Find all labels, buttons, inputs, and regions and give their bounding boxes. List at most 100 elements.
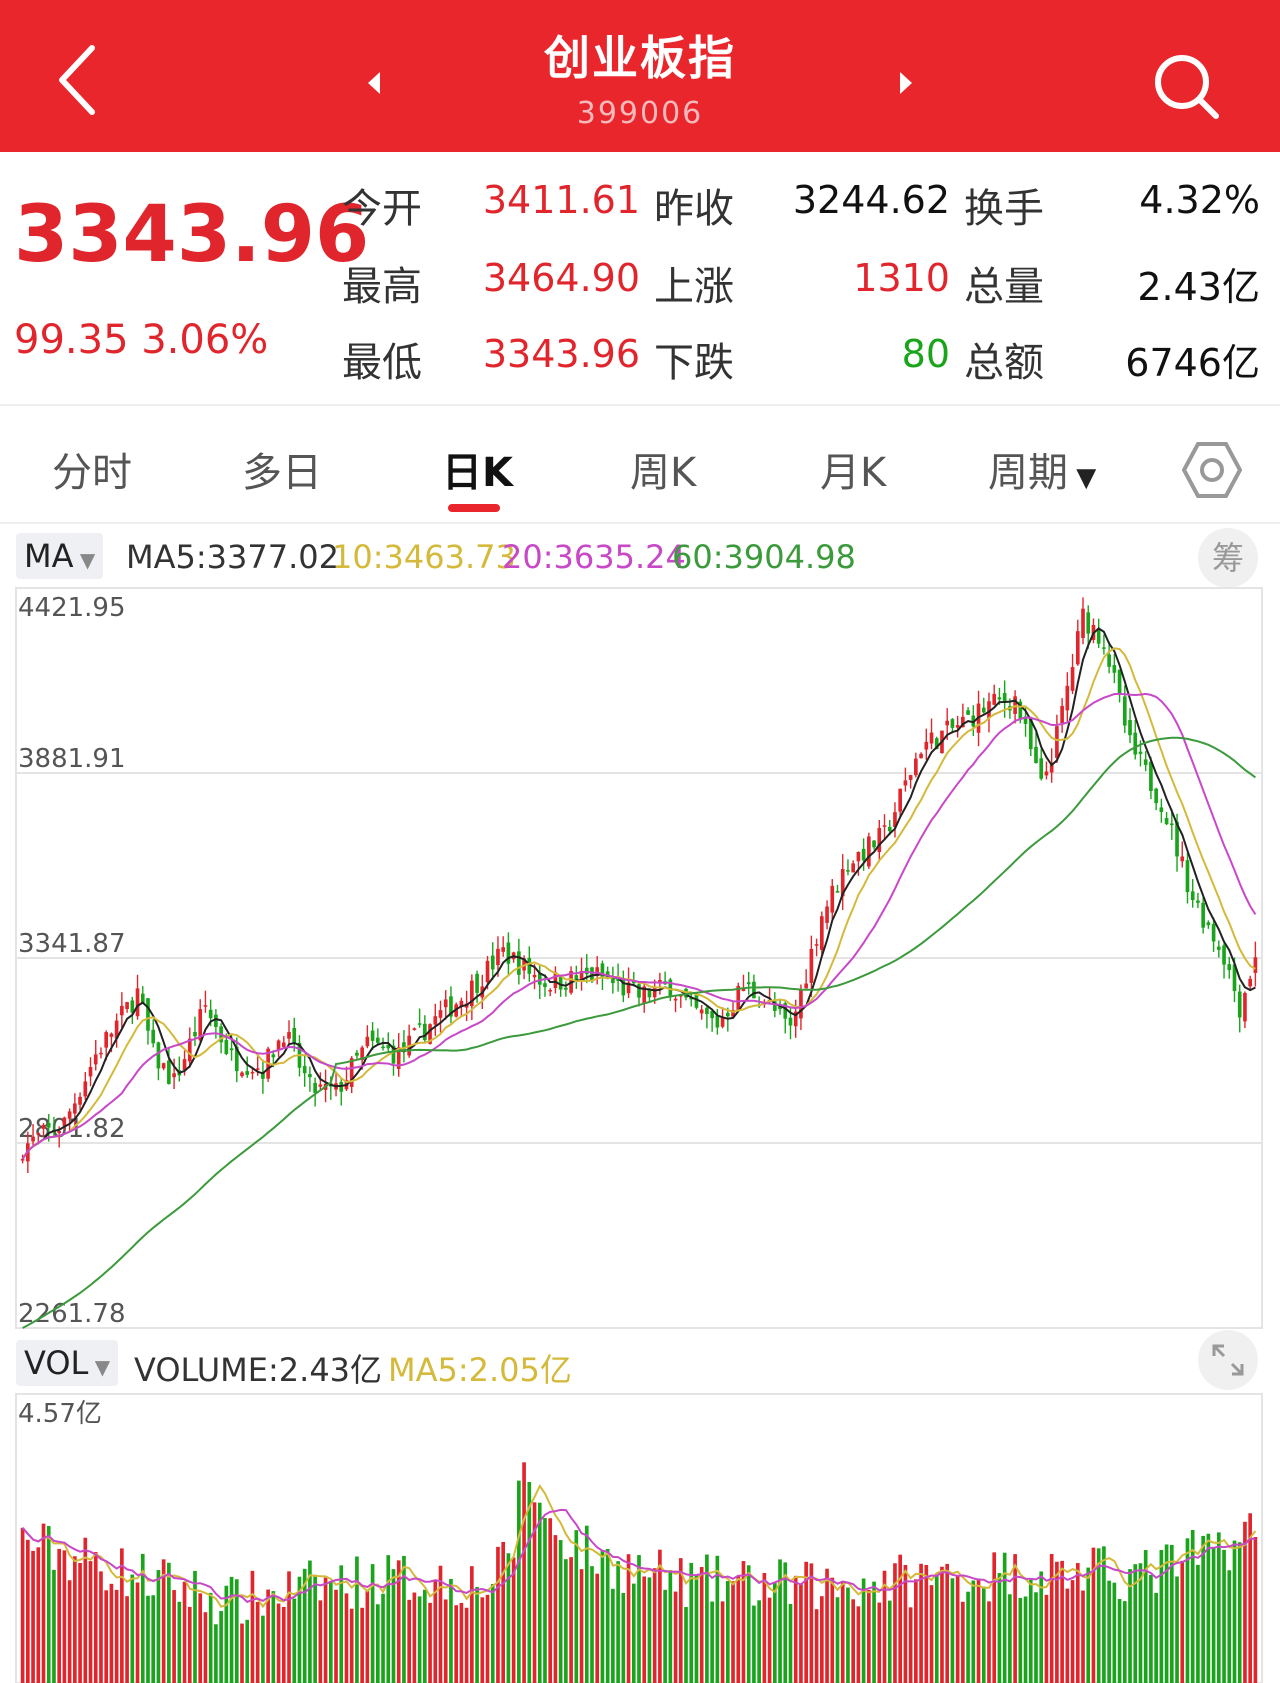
volume-bar (156, 1570, 161, 1683)
volume-bar (663, 1589, 667, 1683)
volume-bar (198, 1593, 203, 1683)
candle-body (156, 1042, 161, 1069)
candle-body (867, 836, 871, 867)
volume-bar (799, 1583, 803, 1683)
volume-bar (564, 1559, 568, 1683)
volume-bar (543, 1518, 547, 1683)
volume-bar (1060, 1560, 1064, 1683)
volume-bar (517, 1480, 521, 1683)
volume-bar (62, 1550, 67, 1683)
volume-bar (1253, 1536, 1258, 1683)
volume-bar (187, 1606, 192, 1683)
candle-body (1196, 900, 1200, 903)
volume-bar (940, 1566, 944, 1683)
candle-body (67, 1111, 72, 1119)
volume-bar (109, 1583, 114, 1683)
candle-body (914, 758, 918, 776)
candle-body (887, 826, 892, 832)
volume-bar (1070, 1580, 1075, 1683)
volume-bar (793, 1575, 798, 1683)
candle-body (135, 988, 140, 1017)
candle-body (1237, 991, 1242, 1018)
candle-body (788, 1017, 793, 1026)
volume-bar (245, 1619, 250, 1683)
volume-bar (26, 1539, 30, 1683)
candle-body (1154, 788, 1158, 804)
volume-bar (46, 1526, 51, 1683)
volume-bar (287, 1571, 291, 1683)
volume-bar (919, 1563, 923, 1683)
candle-body (31, 1136, 35, 1142)
candle-body (417, 1023, 422, 1025)
volume-bar (595, 1573, 600, 1683)
candle-body (1122, 696, 1127, 726)
candle-body (1206, 922, 1211, 926)
candle-body (146, 998, 150, 1031)
ma60-line (22, 736, 1256, 1329)
volume-bar (114, 1589, 119, 1683)
candle-body (1075, 631, 1080, 665)
volume-bar (642, 1576, 647, 1683)
volume-bar (52, 1569, 56, 1683)
volume-bar (167, 1562, 171, 1683)
volume-bar (454, 1605, 459, 1683)
volume-bar (381, 1593, 385, 1683)
candle-body (1133, 732, 1138, 755)
volume-bar (579, 1569, 584, 1683)
volume-bar (250, 1570, 255, 1683)
candle-body (475, 973, 479, 993)
volume-bar (1154, 1592, 1158, 1683)
candle-body (532, 974, 537, 978)
candle-body (250, 1071, 255, 1074)
candle-body (872, 840, 876, 848)
candle-body (882, 825, 887, 827)
candle-body (375, 1037, 380, 1043)
candle-body (1086, 612, 1091, 634)
candle-body (809, 948, 814, 983)
candle-body (365, 1036, 370, 1047)
volume-bar (344, 1593, 349, 1683)
candle-body (271, 1054, 276, 1058)
volume-bar (778, 1559, 782, 1683)
volume-bar (365, 1589, 370, 1683)
volume-bar (328, 1581, 333, 1683)
candle-body (846, 870, 850, 872)
candle-body (924, 741, 929, 750)
candle-body (1180, 856, 1185, 862)
candle-body (720, 1017, 725, 1027)
candle-body (381, 1046, 385, 1049)
volume-bar (255, 1601, 260, 1683)
volume-bar (1237, 1542, 1242, 1683)
volume-bar (99, 1571, 103, 1683)
volume-bar (725, 1580, 730, 1683)
volume-bar (908, 1607, 913, 1683)
candlestick-chart[interactable]: 4421.953881.913341.872801.822261.784.57亿 (0, 0, 1280, 1683)
volume-bar (83, 1537, 88, 1683)
volume-bar (757, 1600, 761, 1683)
volume-bar (783, 1562, 788, 1683)
volume-bar (898, 1554, 903, 1683)
ma20-line (21, 692, 1257, 1160)
volume-bar (229, 1576, 234, 1683)
volume-bar (135, 1582, 140, 1683)
candle-body (506, 942, 511, 964)
volume-bar (1175, 1576, 1179, 1683)
volume-bar (851, 1599, 855, 1683)
candle-body (929, 732, 934, 744)
volume-bar (694, 1575, 699, 1683)
volume-bar (631, 1583, 636, 1683)
y-tick-label: 3881.91 (18, 744, 126, 774)
candle-body (496, 948, 500, 966)
candle-body (1055, 726, 1059, 758)
volume-bar (976, 1578, 981, 1683)
candle-body (1190, 891, 1195, 900)
volume-bar (1075, 1563, 1080, 1683)
candle-body (1107, 654, 1111, 667)
candle-body (955, 725, 960, 728)
candle-body (151, 1029, 156, 1044)
candle-body (93, 1054, 98, 1065)
volume-bar (20, 1527, 25, 1683)
candle-body (548, 990, 553, 992)
volume-bar (1086, 1567, 1091, 1683)
volume-bar (668, 1570, 673, 1683)
